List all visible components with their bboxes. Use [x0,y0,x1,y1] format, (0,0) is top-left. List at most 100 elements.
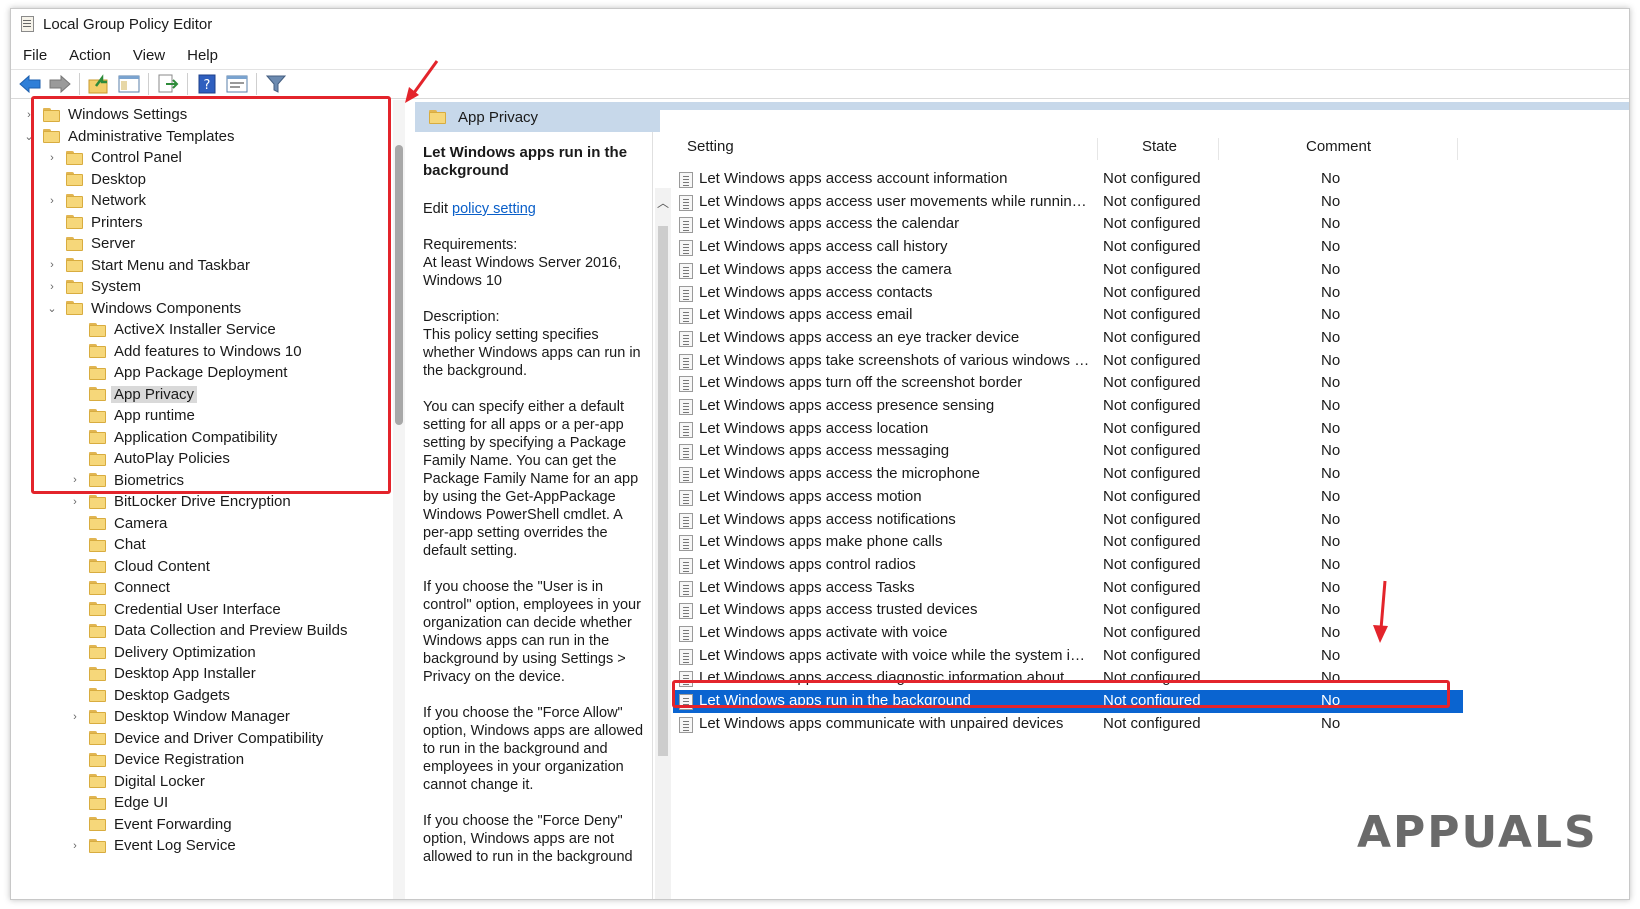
row-setting: Let Windows apps access location [699,419,929,437]
filter-icon[interactable] [264,72,288,96]
table-row[interactable]: Let Windows apps access user movements w… [673,191,1463,214]
tree-item[interactable]: Edge UI [69,792,168,813]
table-row[interactable]: Let Windows apps access an eye tracker d… [673,327,1463,350]
tree-item[interactable]: › Start Menu and Taskbar [46,255,250,276]
policy-setting-icon [679,716,693,733]
column-header-state[interactable]: State [1142,132,1177,160]
menu-action[interactable]: Action [69,47,111,64]
tree-item[interactable]: App runtime [69,405,195,426]
chevron-right-icon[interactable]: › [69,474,81,486]
tree-item[interactable]: Camera [69,513,167,534]
menu-help[interactable]: Help [187,47,218,64]
tree-item[interactable]: AutoPlay Policies [69,448,230,469]
policy-setting-link[interactable]: policy setting [452,201,536,217]
table-row[interactable]: Let Windows apps make phone calls Not con… [673,531,1463,554]
tree-item[interactable]: › System [46,276,141,297]
table-row[interactable]: Let Windows apps access Tasks Not configu… [673,577,1463,600]
tree-item[interactable]: ⌄ Administrative Templates [23,126,234,147]
table-row[interactable]: Let Windows apps activate with voice Not … [673,622,1463,645]
tree-item[interactable]: Data Collection and Preview Builds [69,620,347,641]
tree-item[interactable]: Device Registration [69,749,244,770]
tree-item-label: Event Log Service [114,837,236,854]
chevron-right-icon[interactable]: › [69,496,81,508]
tree-item[interactable]: › Event Log Service [69,835,236,856]
tree-item[interactable]: Application Compatibility [69,427,277,448]
tree-item[interactable]: Credential User Interface [69,599,281,620]
chevron-down-icon[interactable]: ⌄ [23,130,35,143]
help-icon[interactable]: ? [195,72,219,96]
table-row[interactable]: Let Windows apps access contacts Not conf… [673,282,1463,305]
column-header-comment[interactable]: Comment [1306,132,1371,160]
column-header-setting[interactable]: Setting [687,132,734,160]
properties-icon[interactable] [225,72,249,96]
policy-setting-icon [679,285,693,302]
tree-item[interactable]: › Biometrics [69,470,184,491]
chevron-down-icon[interactable]: ⌄ [46,302,58,315]
folder-icon [89,537,106,552]
table-row[interactable]: Let Windows apps access motion Not config… [673,486,1463,509]
menu-file[interactable]: File [23,47,47,64]
table-row[interactable]: Let Windows apps access the camera Not co… [673,259,1463,282]
tree-item[interactable]: Event Forwarding [69,814,232,835]
tree-item[interactable]: Desktop Gadgets [69,685,230,706]
tree-item[interactable]: Connect [69,577,170,598]
chevron-right-icon[interactable]: › [46,259,58,271]
folder-icon [66,172,83,186]
tree-item[interactable]: Delivery Optimization [69,642,256,663]
tree-item[interactable]: Printers [46,212,143,233]
description-scrollbar[interactable]: ︿ [655,188,671,899]
table-row[interactable]: Let Windows apps take screenshots of var… [673,350,1463,373]
chevron-right-icon[interactable]: › [46,195,58,207]
forward-arrow-icon[interactable] [48,72,72,96]
row-comment: No [1321,646,1341,664]
folder-icon [89,322,106,337]
back-arrow-icon[interactable] [18,72,42,96]
chevron-right-icon[interactable]: › [69,840,81,852]
chevron-right-icon[interactable]: › [46,281,58,293]
table-row[interactable]: Let Windows apps access trusted devices N… [673,599,1463,622]
tree-item[interactable]: Desktop [46,169,146,190]
tree-item[interactable]: ActiveX Installer Service [69,319,276,340]
chevron-right-icon[interactable]: › [46,152,58,164]
table-row[interactable]: Let Windows apps access location Not conf… [673,418,1463,441]
tree-item[interactable]: Server [46,233,135,254]
tree-item[interactable]: App Package Deployment [69,362,287,383]
show-hide-tree-icon[interactable] [117,72,141,96]
table-row[interactable]: Let Windows apps activate with voice whi… [673,645,1463,668]
table-row[interactable]: Let Windows apps access messaging Not con… [673,440,1463,463]
table-row[interactable]: Let Windows apps control radios Not confi… [673,554,1463,577]
tree-scrollbar[interactable] [393,100,405,899]
table-row[interactable]: Let Windows apps access account informat… [673,168,1463,191]
table-row[interactable]: Let Windows apps turn off the screenshot… [673,372,1463,395]
tree-item[interactable]: Desktop App Installer [69,663,256,684]
scroll-up-icon[interactable]: ︿ [657,194,669,211]
tree-item[interactable]: ⌄ Windows Components [46,298,241,319]
tree-item[interactable]: App Privacy [69,384,198,405]
tree-item[interactable]: Add features to Windows 10 [69,341,302,362]
tree-item[interactable]: › Network [46,190,146,211]
navigation-tree: › Windows Settings ⌄ Administrative Templat… [11,100,404,899]
tree-item[interactable]: › Control Panel [46,147,182,168]
export-list-icon[interactable] [156,72,180,96]
tree-item[interactable]: › Desktop Window Manager [69,706,290,727]
menu-view[interactable]: View [133,47,165,64]
table-row[interactable]: Let Windows apps access presence sensing… [673,395,1463,418]
tree-item[interactable]: Chat [69,534,146,555]
table-row[interactable]: Let Windows apps communicate with unpair… [673,713,1463,736]
table-row[interactable]: Let Windows apps access call history Not … [673,236,1463,259]
chevron-right-icon[interactable]: › [23,109,35,121]
tree-item[interactable]: Digital Locker [69,771,205,792]
table-row[interactable]: Let Windows apps access the calendar Not … [673,213,1463,236]
table-row[interactable]: Let Windows apps access the microphone No… [673,463,1463,486]
table-row[interactable]: Let Windows apps run in the background No… [673,690,1463,713]
tree-item[interactable]: › Windows Settings [23,104,187,125]
tree-item[interactable]: › BitLocker Drive Encryption [69,491,291,512]
table-row[interactable]: Let Windows apps access diagnostic infor… [673,667,1463,690]
table-row[interactable]: Let Windows apps access email Not configu… [673,304,1463,327]
chevron-right-icon[interactable]: › [69,711,81,723]
up-folder-icon[interactable] [87,72,111,96]
policy-setting-icon [679,467,693,484]
tree-item[interactable]: Cloud Content [69,556,210,577]
tree-item[interactable]: Device and Driver Compatibility [69,728,323,749]
table-row[interactable]: Let Windows apps access notifications Not… [673,509,1463,532]
